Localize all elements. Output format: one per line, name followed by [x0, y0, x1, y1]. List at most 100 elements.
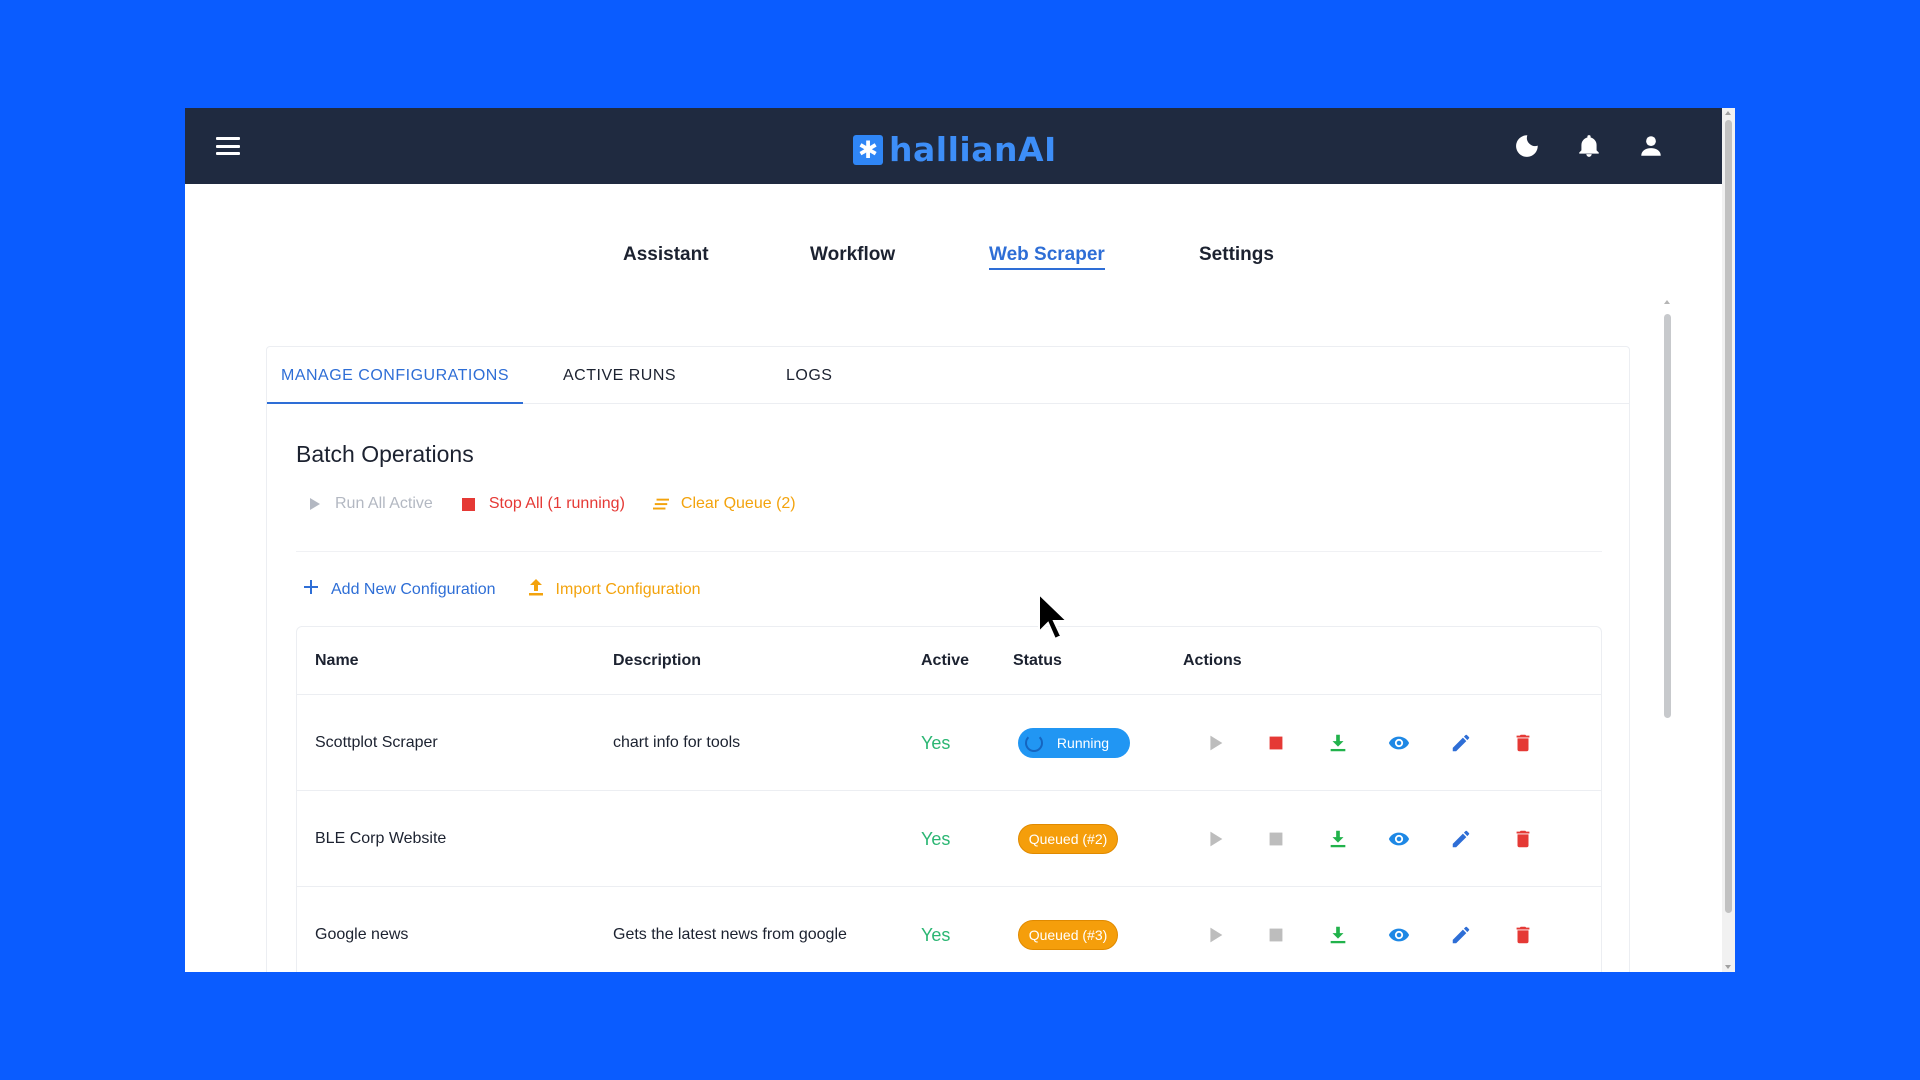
stop-icon [461, 496, 477, 512]
status-badge: Running [1018, 728, 1130, 758]
stop-config-button[interactable] [1264, 731, 1288, 755]
clear-queue-label: Clear Queue (2) [680, 495, 796, 512]
config-active: Yes [921, 829, 951, 849]
delete-config-button[interactable] [1511, 827, 1535, 851]
main-nav: Assistant Workflow Web Scraper Settings [185, 244, 1722, 284]
user-icon[interactable] [1636, 131, 1666, 161]
eye-icon [1388, 928, 1410, 942]
configuration-actions: Add New Configuration Import Configurati… [303, 578, 701, 601]
nav-assistant[interactable]: Assistant [623, 244, 709, 268]
scroll-up-arrow-icon[interactable] [1725, 111, 1731, 115]
config-name: Google news [315, 926, 409, 943]
bell-icon[interactable] [1574, 131, 1604, 161]
config-active: Yes [921, 925, 951, 945]
tab-active-runs[interactable]: ACTIVE RUNS [563, 347, 676, 404]
run-config-button[interactable] [1203, 923, 1227, 947]
content-scrollbar[interactable] [1662, 300, 1672, 880]
config-name: Scottplot Scraper [315, 734, 438, 751]
eye-icon [1388, 832, 1410, 846]
trash-icon [1516, 830, 1530, 848]
brand-name: hallianAI [889, 130, 1057, 169]
stop-config-button[interactable] [1264, 923, 1288, 947]
config-name: BLE Corp Website [315, 830, 447, 847]
trash-icon [1516, 926, 1530, 944]
run-config-button[interactable] [1203, 731, 1227, 755]
trash-icon [1516, 734, 1530, 752]
column-header-description[interactable]: Description [613, 627, 701, 695]
download-config-button[interactable] [1326, 827, 1350, 851]
run-all-active-label: Run All Active [335, 495, 433, 512]
table-row[interactable]: Scottplot Scraper chart info for tools Y… [297, 695, 1601, 791]
add-new-configuration-label: Add New Configuration [331, 580, 496, 598]
play-icon [1210, 831, 1223, 847]
column-header-name[interactable]: Name [315, 627, 359, 695]
download-config-button[interactable] [1326, 923, 1350, 947]
clear-all-icon [652, 496, 669, 512]
batch-operations-title: Batch Operations [296, 441, 474, 467]
scraper-tabs: MANAGE CONFIGURATIONS ACTIVE RUNS LOGS [267, 347, 1629, 404]
play-icon [1210, 735, 1223, 751]
import-configuration-button[interactable]: Import Configuration [528, 578, 701, 601]
stop-icon [1269, 928, 1283, 942]
status-badge: Queued (#3) [1018, 920, 1118, 950]
menu-icon[interactable] [216, 137, 240, 155]
batch-actions: Run All Active Stop All (1 running) Clea… [307, 495, 796, 513]
pencil-icon [1452, 926, 1470, 944]
spinner-icon [1024, 734, 1043, 752]
scroll-down-arrow-icon[interactable] [1725, 965, 1731, 969]
column-header-active[interactable]: Active [921, 627, 969, 695]
view-config-button[interactable] [1387, 827, 1411, 851]
moon-icon[interactable] [1512, 131, 1542, 161]
app-window: ✱ hallianAI Assistant Workflow Web Scrap… [185, 108, 1735, 972]
eye-icon [1388, 736, 1410, 750]
nav-workflow[interactable]: Workflow [810, 244, 895, 268]
configurations-table: Name Description Active Status Actions S… [296, 626, 1602, 972]
scraper-card: MANAGE CONFIGURATIONS ACTIVE RUNS LOGS B… [266, 346, 1630, 972]
download-icon [1330, 734, 1346, 752]
mouse-cursor-icon [1038, 592, 1070, 641]
plus-icon [303, 579, 319, 600]
run-all-active-button[interactable]: Run All Active [307, 495, 433, 513]
import-configuration-label: Import Configuration [555, 580, 701, 598]
edit-config-button[interactable] [1449, 731, 1473, 755]
delete-config-button[interactable] [1511, 923, 1535, 947]
download-icon [1330, 830, 1346, 848]
tab-manage-configurations[interactable]: MANAGE CONFIGURATIONS [267, 347, 523, 404]
config-description: Gets the latest news from google [613, 926, 847, 943]
stop-all-label: Stop All (1 running) [488, 495, 625, 512]
clear-queue-button[interactable]: Clear Queue (2) [652, 495, 796, 513]
status-label: Queued (#2) [1028, 831, 1108, 847]
content-scrollbar-thumb[interactable] [1664, 314, 1671, 718]
stop-all-button[interactable]: Stop All (1 running) [461, 495, 625, 513]
page-scrollbar-thumb[interactable] [1725, 120, 1732, 913]
view-config-button[interactable] [1387, 923, 1411, 947]
header-actions [1512, 131, 1666, 161]
add-new-configuration-button[interactable]: Add New Configuration [303, 579, 496, 600]
edit-config-button[interactable] [1449, 923, 1473, 947]
table-row[interactable]: Google news Gets the latest news from go… [297, 887, 1601, 972]
stop-icon [1269, 736, 1283, 750]
edit-config-button[interactable] [1449, 827, 1473, 851]
stop-config-button[interactable] [1264, 827, 1288, 851]
status-label: Running [1056, 735, 1110, 751]
nav-web-scraper[interactable]: Web Scraper [989, 244, 1105, 270]
status-label: Queued (#3) [1028, 927, 1108, 943]
run-config-button[interactable] [1203, 827, 1227, 851]
delete-config-button[interactable] [1511, 731, 1535, 755]
stop-icon [1269, 832, 1283, 846]
table-row[interactable]: BLE Corp Website Yes Queued (#2) [297, 791, 1601, 887]
pencil-icon [1452, 830, 1470, 848]
download-config-button[interactable] [1326, 731, 1350, 755]
config-active: Yes [921, 733, 951, 753]
play-icon [307, 496, 323, 512]
status-badge: Queued (#2) [1018, 824, 1118, 854]
content-scroll-up-icon[interactable] [1664, 300, 1670, 304]
nav-settings[interactable]: Settings [1199, 244, 1274, 268]
pencil-icon [1452, 734, 1470, 752]
page-scrollbar[interactable] [1722, 108, 1735, 972]
tab-logs[interactable]: LOGS [786, 347, 832, 404]
view-config-button[interactable] [1387, 731, 1411, 755]
logo-mark-icon: ✱ [853, 134, 883, 165]
brand-logo[interactable]: ✱ hallianAI [853, 130, 1057, 169]
upload-icon [528, 578, 544, 601]
